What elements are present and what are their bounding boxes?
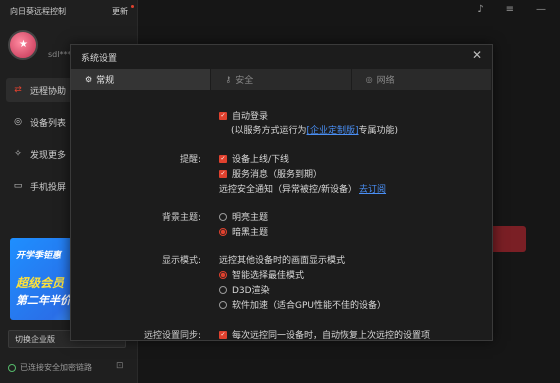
remote-assist-icon: ⇄ [14,85,22,95]
connection-status: 已连接安全加密链路 [8,362,92,373]
sidebar-item-label: 发现更多 [30,150,67,161]
switch-enterprise-label: 切换企业版 [15,334,55,344]
subscribe-link[interactable]: 去订阅 [359,182,386,195]
display-soft-option[interactable]: 软件加速（适合GPU性能不佳的设备） [219,298,386,311]
service-msg-label: 服务消息（服务到期） [232,170,323,180]
gear-icon: ⚙ [85,75,93,84]
discover-icon: ✧ [14,149,22,159]
theme-light-label: 明亮主题 [232,213,269,223]
tab-label: 安全 [235,76,254,86]
device-list-icon: ◎ [14,117,22,127]
autostart-label: 自动登录 [232,112,269,122]
theme-label: 背景主题: [161,213,201,223]
hint-suffix: 专属功能) [358,126,399,136]
display-d3d-label: D3D渲染 [232,286,270,296]
sidebar-item-label: 远程协助 [30,86,67,97]
promo-line2: 超级会员 [16,276,65,290]
device-online-label: 设备上线/下线 [232,155,290,165]
app-title: 向日葵远程控制 [10,7,66,16]
tab-label: 网络 [376,76,395,86]
checkbox-checked-icon[interactable]: ✓ [219,330,227,339]
display-desc-text: 远控其他设备时的画面显示模式 [219,256,346,266]
radio-off-icon[interactable] [219,212,227,221]
security-notice-label: 远控安全通知（异常被控/新设备） [219,185,358,195]
sync-label: 远控设置同步: [143,331,201,341]
shield-icon [8,363,16,372]
menu-icon[interactable]: ≡ [506,4,514,15]
enterprise-link[interactable]: [企业定制版] [307,123,359,136]
status-text: 已连接安全加密链路 [20,363,92,372]
radio-on-icon[interactable] [219,227,227,236]
display-soft-label: 软件加速（适合GPU性能不佳的设备） [232,301,386,311]
minimize-icon[interactable]: — [536,4,546,15]
update-badge [131,5,134,8]
tab-label: 常规 [96,76,115,86]
sync-desc-label: 每次远控同一设备时，自动恢复上次远控的设置项 [232,331,431,341]
display-mode-label: 显示模式: [161,256,201,266]
promo-line1: 开学季钜惠 [16,251,62,261]
screen-cast-icon: ▭ [13,181,23,191]
display-mode-desc: 远控其他设备时的画面显示模式 [219,253,345,266]
hint-prefix: (以服务方式运行为 [231,126,307,136]
bell-icon[interactable]: ♪ [477,4,483,15]
tab-network[interactable]: ◎ 网络 [351,69,492,90]
checkbox-checked-icon[interactable]: ✓ [219,169,227,178]
avatar[interactable]: ★ [8,30,38,60]
radio-off-icon[interactable] [219,285,227,294]
window-controls: ♪ ≡ — [477,4,546,15]
connect-button[interactable] [490,226,526,252]
autostart-hint: (以服务方式运行为 [企业定制版] 专属功能) [231,123,398,136]
device-online-option[interactable]: ✓ 设备上线/下线 [219,152,289,165]
tab-security[interactable]: ⚷ 安全 [211,69,352,90]
sidebar-item-label: 设备列表 [30,118,67,129]
avatar-star-icon: ★ [19,39,28,50]
radio-on-icon[interactable] [219,270,227,279]
security-notice: 远控安全通知（异常被控/新设备） 去订阅 [219,182,386,195]
checkbox-checked-icon[interactable]: ✓ [219,111,227,120]
settings-dialog: 系统设置 ✕ ⚙ 常规 ⚷ 安全 ◎ 网络 ✓ 自动登录 (以服务方式运行为 [… [70,44,493,341]
tab-general[interactable]: ⚙ 常规 [71,69,212,90]
update-link[interactable]: 更新 [112,6,128,17]
theme-dark-label: 暗黑主题 [232,228,269,238]
theme-light-option[interactable]: 明亮主题 [219,210,268,223]
autostart-option[interactable]: ✓ 自动登录 [219,109,268,122]
user-name: sdl*** [48,50,72,59]
dialog-title: 系统设置 [81,54,118,64]
settings-tabs: ⚙ 常规 ⚷ 安全 ◎ 网络 [71,69,492,90]
sidebar-item-label: 手机投屏 [30,182,67,193]
key-icon: ⚷ [225,75,232,84]
reminders-label: 提醒: [179,155,201,165]
promo-line3: 第二年半价 [16,294,71,307]
checkbox-checked-icon[interactable]: ✓ [219,154,227,163]
lock-icon[interactable]: ⊡ [116,361,124,371]
display-d3d-option[interactable]: D3D渲染 [219,283,270,296]
close-icon[interactable]: ✕ [472,48,482,62]
settings-content: ✓ 自动登录 (以服务方式运行为 [企业定制版] 专属功能) 提醒: ✓ 设备上… [71,90,492,340]
display-smart-option[interactable]: 智能选择最佳模式 [219,268,304,281]
sync-option[interactable]: ✓ 每次远控同一设备时，自动恢复上次远控的设置项 [219,328,431,341]
service-msg-option[interactable]: ✓ 服务消息（服务到期） [219,167,322,180]
network-icon: ◎ [365,75,373,84]
radio-off-icon[interactable] [219,300,227,309]
theme-dark-option[interactable]: 暗黑主题 [219,225,268,238]
display-smart-label: 智能选择最佳模式 [232,271,305,281]
